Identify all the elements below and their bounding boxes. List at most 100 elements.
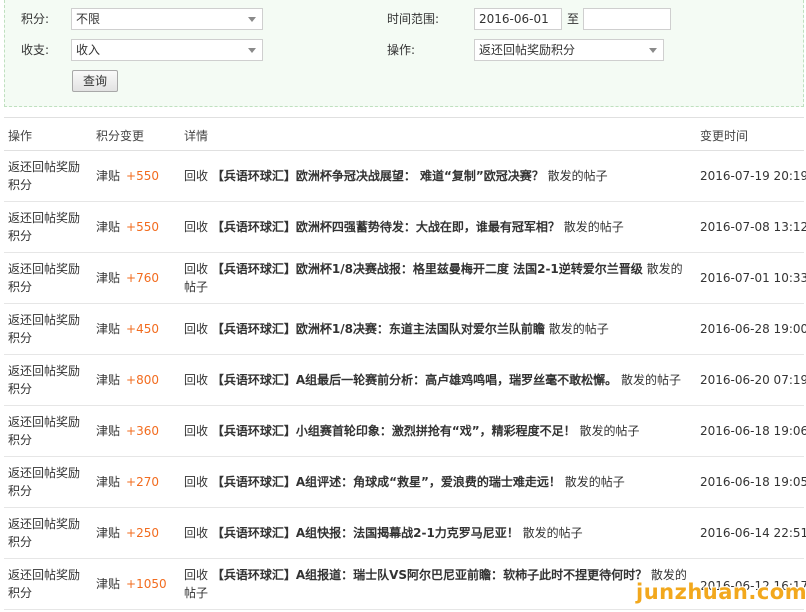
row-currency: 津贴	[96, 577, 121, 591]
row-currency: 津贴	[96, 271, 121, 285]
thread-link[interactable]: 【兵语环球汇】A组快报：法国揭幕战2-1力克罗马尼亚！	[212, 526, 519, 540]
thread-link[interactable]: 【兵语环球汇】欧洲杯1/8决赛战报：格里兹曼梅开二度 法国2-1逆转爱尔兰晋级	[212, 262, 643, 276]
table-header: 操作 积分变更 详情 变更时间	[4, 117, 804, 151]
row-currency: 津贴	[96, 322, 121, 336]
row-operation: 返还回帖奖励积分	[8, 313, 81, 345]
row-currency: 津贴	[96, 373, 121, 387]
points-filter-label: 积分:	[21, 12, 50, 26]
row-time: 2016-06-18 19:06	[700, 424, 806, 438]
chevron-down-icon	[649, 48, 657, 53]
row-detail-prefix: 回收	[184, 169, 209, 183]
row-detail: 回收 【兵语环球汇】欧洲杯争冠决战展望： 难道“复制”欧冠决赛？ 散发的帖子	[184, 167, 694, 185]
row-time: 2016-06-20 07:19	[700, 373, 806, 387]
row-detail-suffix: 散发的帖子	[564, 475, 625, 489]
row-points: 津贴 +550	[96, 218, 182, 236]
row-operation: 返还回帖奖励积分	[8, 262, 81, 294]
header-detail: 详情	[184, 129, 209, 143]
thread-link[interactable]: 【兵语环球汇】A组报道：瑞士队VS阿尔巴尼亚前瞻：软柿子此时不捏更待何时？	[212, 568, 647, 582]
date-from-input[interactable]: 2016-06-01	[474, 8, 562, 30]
row-detail-prefix: 回收	[184, 424, 209, 438]
row-detail-prefix: 回收	[184, 373, 209, 387]
date-separator: 至	[567, 12, 580, 26]
table-row: 返还回帖奖励积分 津贴 +800 回收 【兵语环球汇】A组最后一轮赛前分析：高卢雄…	[4, 355, 806, 406]
row-amount: +250	[126, 526, 159, 540]
row-currency: 津贴	[96, 526, 121, 540]
row-time: 2016-07-19 20:19	[700, 169, 806, 183]
row-operation: 返还回帖奖励积分	[8, 568, 81, 600]
points-select-value: 不限	[76, 12, 101, 26]
row-time: 2016-07-01 10:33	[700, 271, 806, 285]
table-row: 返还回帖奖励积分 津贴 +760 回收 【兵语环球汇】欧洲杯1/8决赛战报：格里兹…	[4, 253, 806, 304]
points-select[interactable]: 不限	[71, 8, 263, 30]
row-time: 2016-06-14 22:51	[700, 526, 806, 540]
row-detail: 回收 【兵语环球汇】A组最后一轮赛前分析：高卢雄鸡鸣唱，瑞罗丝毫不敢松懈。 散发…	[184, 371, 694, 389]
operation-label: 操作:	[387, 43, 416, 57]
row-currency: 津贴	[96, 220, 121, 234]
row-amount: +450	[126, 322, 159, 336]
thread-link[interactable]: 【兵语环球汇】A组评述：角球成“救星”，爱浪费的瑞士难走远！	[212, 475, 561, 489]
row-detail-suffix: 散发的帖子	[547, 169, 608, 183]
row-detail-suffix: 散发的帖子	[548, 322, 609, 336]
row-operation: 返还回帖奖励积分	[8, 211, 81, 243]
table-row: 返还回帖奖励积分 津贴 +550 回收 【兵语环球汇】欧洲杯争冠决战展望： 难道“…	[4, 151, 806, 202]
row-operation: 返还回帖奖励积分	[8, 415, 81, 447]
row-points: 津贴 +550	[96, 167, 182, 185]
row-amount: +270	[126, 475, 159, 489]
row-points: 津贴 +450	[96, 320, 182, 338]
row-currency: 津贴	[96, 475, 121, 489]
row-time: 2016-06-18 19:05	[700, 475, 806, 489]
row-points: 津贴 +1050	[96, 575, 182, 593]
points-log-table: 操作 积分变更 详情 变更时间 返还回帖奖励积分 津贴 +550 回收 【兵语环球…	[4, 117, 806, 610]
row-currency: 津贴	[96, 169, 121, 183]
row-detail-suffix: 散发的帖子	[563, 220, 624, 234]
row-detail-prefix: 回收	[184, 526, 209, 540]
row-points: 津贴 +270	[96, 473, 182, 491]
date-to-input[interactable]	[583, 8, 671, 30]
header-points-change: 积分变更	[96, 129, 145, 143]
row-amount: +550	[126, 169, 159, 183]
row-operation: 返还回帖奖励积分	[8, 160, 81, 192]
row-time: 2016-07-08 13:12	[700, 220, 806, 234]
row-detail: 回收 【兵语环球汇】A组评述：角球成“救星”，爱浪费的瑞士难走远！ 散发的帖子	[184, 473, 694, 491]
thread-link[interactable]: 【兵语环球汇】A组最后一轮赛前分析：高卢雄鸡鸣唱，瑞罗丝毫不敢松懈。	[212, 373, 617, 387]
filter-panel: 积分: 不限 时间范围: 2016-06-01 至 收支: 收入 操作: 返还回…	[4, 0, 804, 107]
row-detail-prefix: 回收	[184, 322, 209, 336]
row-detail-prefix: 回收	[184, 475, 209, 489]
row-detail: 回收 【兵语环球汇】A组报道：瑞士队VS阿尔巴尼亚前瞻：软柿子此时不捏更待何时？…	[184, 566, 694, 602]
row-detail-prefix: 回收	[184, 262, 209, 276]
row-operation: 返还回帖奖励积分	[8, 466, 81, 498]
thread-link[interactable]: 【兵语环球汇】欧洲杯1/8决赛：东道主法国队对爱尔兰队前瞻	[212, 322, 545, 336]
row-points: 津贴 +360	[96, 422, 182, 440]
chevron-down-icon	[248, 48, 256, 53]
row-detail-suffix: 散发的帖子	[522, 526, 583, 540]
income-select-value: 收入	[76, 43, 101, 57]
row-amount: +760	[126, 271, 159, 285]
thread-link[interactable]: 【兵语环球汇】小组赛首轮印象：激烈拼抢有“戏”，精彩程度不足！	[212, 424, 576, 438]
table-row: 返还回帖奖励积分 津贴 +270 回收 【兵语环球汇】A组评述：角球成“救星”，爱…	[4, 457, 806, 508]
query-button[interactable]: 查询	[72, 70, 118, 92]
row-detail-suffix: 散发的帖子	[579, 424, 640, 438]
thread-link[interactable]: 【兵语环球汇】欧洲杯争冠决战展望： 难道“复制”欧冠决赛？	[212, 169, 544, 183]
row-points: 津贴 +800	[96, 371, 182, 389]
row-detail-suffix: 散发的帖子	[620, 373, 681, 387]
row-amount: +1050	[126, 577, 167, 591]
time-range-label: 时间范围:	[387, 12, 440, 26]
chevron-down-icon	[248, 17, 256, 22]
row-amount: +550	[126, 220, 159, 234]
row-time: 2016-06-28 19:00	[700, 322, 806, 336]
row-operation: 返还回帖奖励积分	[8, 517, 81, 549]
row-detail-prefix: 回收	[184, 568, 209, 582]
operation-select-value: 返还回帖奖励积分	[479, 43, 576, 57]
row-points: 津贴 +250	[96, 524, 182, 542]
thread-link[interactable]: 【兵语环球汇】欧洲杯四强蓄势待发：大战在即，谁最有冠军相？	[212, 220, 560, 234]
row-detail: 回收 【兵语环球汇】欧洲杯1/8决赛：东道主法国队对爱尔兰队前瞻 散发的帖子	[184, 320, 694, 338]
income-select[interactable]: 收入	[71, 39, 263, 61]
table-row: 返还回帖奖励积分 津贴 +360 回收 【兵语环球汇】小组赛首轮印象：激烈拼抢有“…	[4, 406, 806, 457]
row-detail: 回收 【兵语环球汇】欧洲杯1/8决赛战报：格里兹曼梅开二度 法国2-1逆转爱尔兰…	[184, 260, 694, 296]
row-operation: 返还回帖奖励积分	[8, 364, 81, 396]
operation-select[interactable]: 返还回帖奖励积分	[474, 39, 664, 61]
header-operation: 操作	[8, 129, 33, 143]
row-detail-prefix: 回收	[184, 220, 209, 234]
row-points: 津贴 +760	[96, 269, 182, 287]
row-currency: 津贴	[96, 424, 121, 438]
